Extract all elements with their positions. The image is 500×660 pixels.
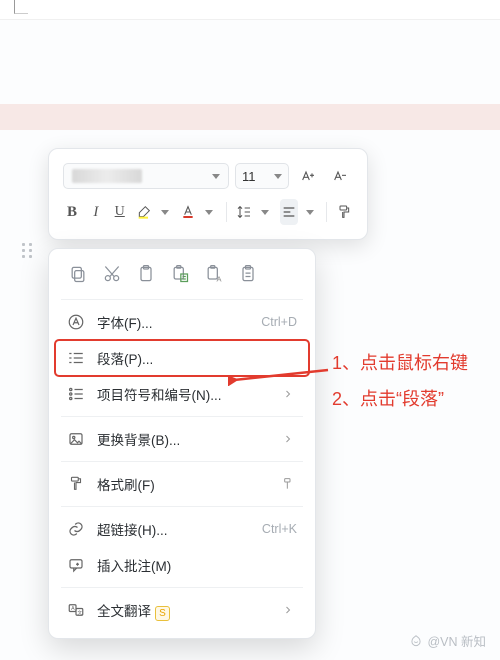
premium-badge: S <box>155 606 170 621</box>
comment-icon <box>67 556 85 574</box>
paste-icon[interactable] <box>135 263 157 285</box>
menu-item-format-painter[interactable]: 格式刷(F) <box>55 466 309 502</box>
format-painter-button[interactable] <box>335 199 353 225</box>
highlight-color-button[interactable] <box>135 199 153 225</box>
menu-label: 插入批注(M) <box>97 555 297 575</box>
separator <box>61 416 303 417</box>
font-size-value: 11 <box>242 169 256 184</box>
paste-keep-format-icon[interactable]: A <box>203 263 225 285</box>
font-size-select[interactable]: 11 <box>235 163 289 189</box>
svg-text:A: A <box>71 606 75 612</box>
separator <box>61 299 303 300</box>
paste-text-icon[interactable] <box>169 263 191 285</box>
menu-label: 格式刷(F) <box>97 474 267 494</box>
menu-item-font[interactable]: 字体(F)... Ctrl+D <box>55 304 309 340</box>
menu-label: 全文翻译S <box>97 600 267 621</box>
svg-text:A: A <box>217 275 222 284</box>
copy-icon[interactable] <box>67 263 89 285</box>
underline-button[interactable]: U <box>111 199 129 225</box>
increase-font-button[interactable] <box>295 163 321 189</box>
font-color-button[interactable] <box>179 199 197 225</box>
line-spacing-dropdown[interactable] <box>256 199 274 225</box>
svg-text:文: 文 <box>78 609 83 616</box>
paste-special-icon[interactable] <box>237 263 259 285</box>
translate-icon: A文 <box>67 601 85 619</box>
link-icon <box>67 520 85 538</box>
document-top-area <box>0 0 500 20</box>
cut-icon[interactable] <box>101 263 123 285</box>
list-icon <box>67 385 85 403</box>
font-name-blurred <box>72 169 142 183</box>
menu-label: 段落(P)... <box>97 348 285 368</box>
menu-item-translate[interactable]: A文 全文翻译S <box>55 592 309 628</box>
mini-toolbar: 11 B I U <box>48 148 368 240</box>
menu-shortcut: Ctrl+D <box>261 315 297 329</box>
font-color-dropdown[interactable] <box>200 199 218 225</box>
brush-icon <box>67 475 85 493</box>
align-button[interactable] <box>280 199 298 225</box>
chevron-down-icon <box>212 174 220 179</box>
divider <box>226 202 227 222</box>
italic-button[interactable]: I <box>87 199 105 225</box>
highlight-dropdown[interactable] <box>156 199 174 225</box>
menu-item-comment[interactable]: 插入批注(M) <box>55 547 309 583</box>
menu-label: 超链接(H)... <box>97 519 250 539</box>
menu-label: 字体(F)... <box>97 312 249 332</box>
decrease-font-button[interactable] <box>327 163 353 189</box>
divider <box>326 202 327 222</box>
format-brush-tail-icon <box>279 476 297 492</box>
menu-label: 更换背景(B)... <box>97 429 267 449</box>
image-icon <box>67 430 85 448</box>
watermark-logo-icon <box>409 634 423 648</box>
decorative-band <box>0 104 500 130</box>
drag-handle-icon[interactable] <box>22 243 33 258</box>
menu-item-paragraph[interactable]: 段落(P)... <box>55 340 309 376</box>
align-dropdown[interactable] <box>301 199 319 225</box>
line-spacing-button[interactable] <box>235 199 253 225</box>
clipboard-icon-row: A <box>55 259 309 295</box>
chevron-right-icon <box>279 388 297 400</box>
menu-label: 项目符号和编号(N)... <box>97 384 267 404</box>
font-family-select[interactable] <box>63 163 229 189</box>
annotation-step-1: 1、点击鼠标右键 <box>332 346 468 380</box>
chevron-down-icon <box>274 174 282 179</box>
bold-button[interactable]: B <box>63 199 81 225</box>
context-menu: A 字体(F)... Ctrl+D 段落(P)... 项目符号和编号(N)...… <box>48 248 316 639</box>
cursor-indicator <box>14 0 28 14</box>
menu-shortcut: Ctrl+K <box>262 522 297 536</box>
menu-item-hyperlink[interactable]: 超链接(H)... Ctrl+K <box>55 511 309 547</box>
annotation-step-2: 2、点击“段落” <box>332 382 444 416</box>
separator <box>61 461 303 462</box>
watermark: @VN 新知 <box>409 631 486 650</box>
separator <box>61 506 303 507</box>
menu-item-background[interactable]: 更换背景(B)... <box>55 421 309 457</box>
toolbar-row-1: 11 <box>59 161 357 197</box>
menu-item-bullets[interactable]: 项目符号和编号(N)... <box>55 376 309 412</box>
font-icon <box>67 313 85 331</box>
paragraph-icon <box>67 349 85 367</box>
chevron-right-icon <box>279 433 297 445</box>
separator <box>61 587 303 588</box>
chevron-right-icon <box>279 604 297 616</box>
toolbar-row-2: B I U <box>59 197 357 231</box>
watermark-text: @VN 新知 <box>427 631 486 650</box>
